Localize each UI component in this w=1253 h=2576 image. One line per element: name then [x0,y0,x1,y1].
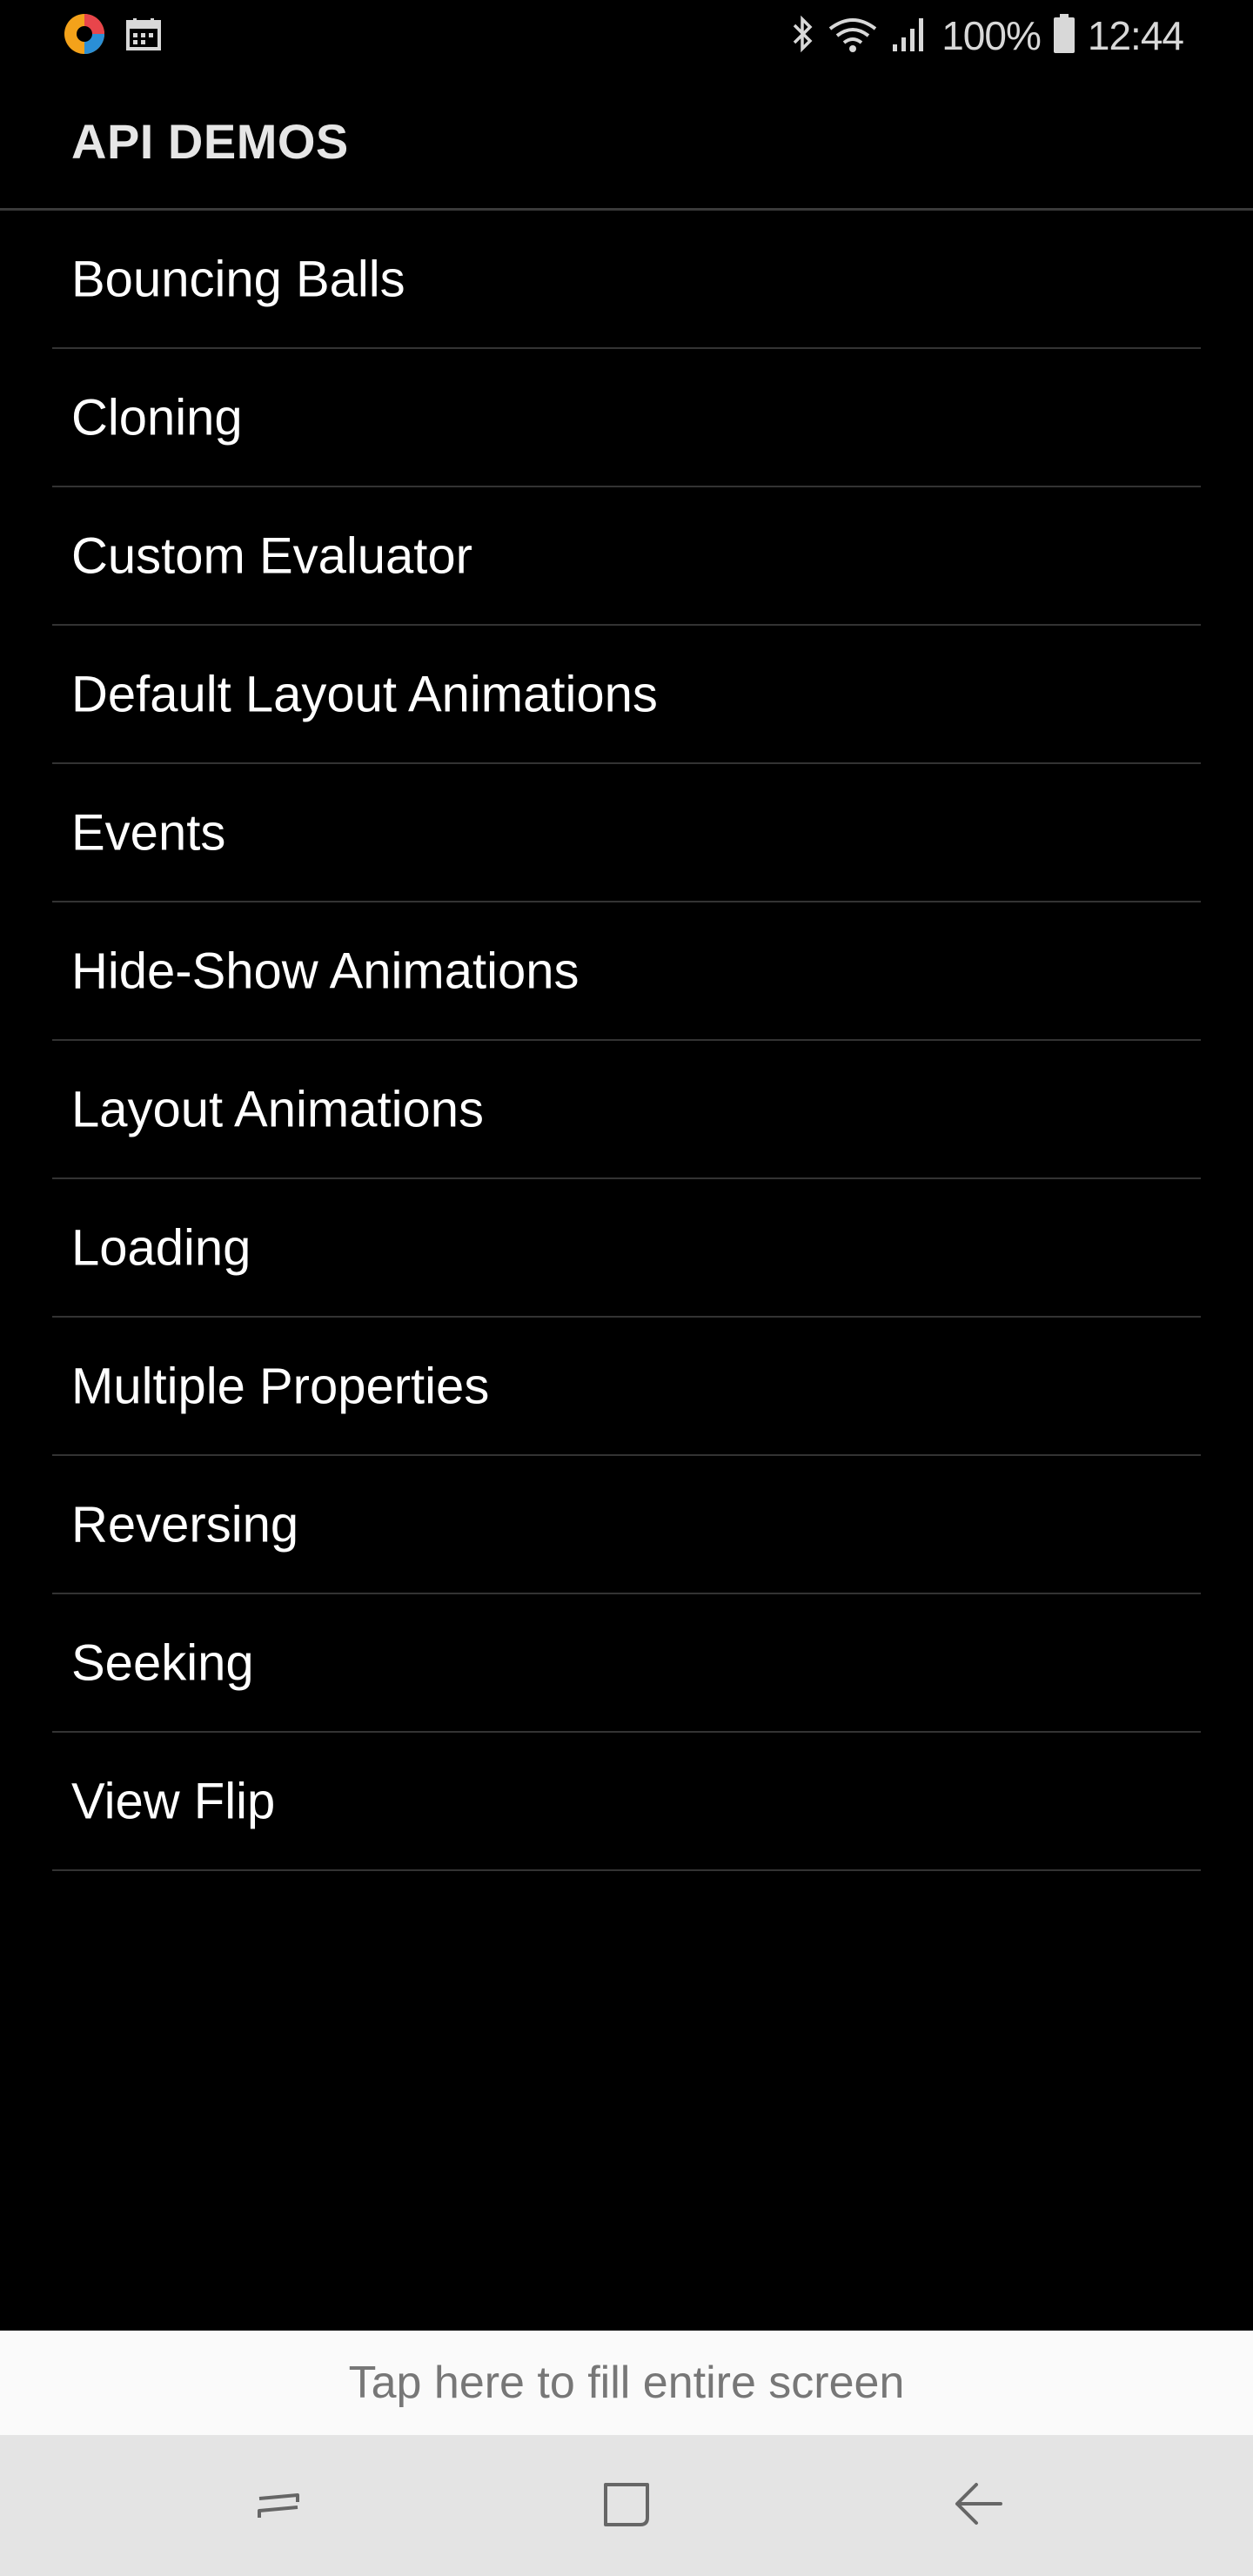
list-item-label: Custom Evaluator [71,527,472,584]
recent-apps-icon [251,2476,306,2536]
list-item[interactable]: Events [52,764,1201,902]
home-button[interactable] [592,2471,661,2540]
status-right: 100% 12:44 [792,9,1184,63]
list-item[interactable]: Multiple Properties [52,1318,1201,1456]
list-item-label: Layout Animations [71,1081,484,1137]
list-item[interactable]: View Flip [52,1733,1201,1871]
list-item[interactable]: Loading [52,1179,1201,1318]
home-icon [599,2476,654,2536]
status-bar: 100% 12:44 [0,0,1253,71]
bluetooth-icon [792,15,814,57]
back-button[interactable] [943,2471,1013,2540]
list-item-label: Multiple Properties [71,1358,490,1414]
list-item[interactable]: Cloning [52,349,1201,487]
page-title: API DEMOS [71,114,349,169]
app-bar: API DEMOS [0,71,1253,211]
navigation-bar [0,2435,1253,2576]
battery-icon [1053,13,1075,58]
list-item[interactable]: Custom Evaluator [52,487,1201,626]
status-left [63,12,162,60]
list-item[interactable]: Default Layout Animations [52,626,1201,764]
wifi-icon [827,15,879,57]
demo-list: Bouncing Balls Cloning Custom Evaluator … [0,211,1253,1871]
list-item-label: Default Layout Animations [71,666,658,722]
clock: 12:44 [1087,13,1184,58]
list-item-label: Loading [71,1219,251,1276]
app-logo-icon [63,12,106,60]
list-item-label: Bouncing Balls [71,251,405,307]
list-item-label: Hide-Show Animations [71,943,580,999]
list-item-label: Seeking [71,1634,254,1691]
calendar-icon [125,17,162,56]
recent-apps-button[interactable] [244,2471,313,2540]
list-item[interactable]: Reversing [52,1456,1201,1594]
list-item[interactable]: Bouncing Balls [52,211,1201,349]
list-item[interactable]: Seeking [52,1594,1201,1733]
signal-icon [891,15,929,57]
battery-percent: 100% [941,13,1042,58]
back-icon [950,2476,1006,2536]
list-item-label: Reversing [71,1496,299,1553]
list-item-label: Cloning [71,389,243,446]
list-item[interactable]: Hide-Show Animations [52,902,1201,1041]
list-item[interactable]: Layout Animations [52,1041,1201,1179]
fill-screen-label: Tap here to fill entire screen [348,2358,905,2408]
list-item-label: Events [71,804,226,861]
fill-screen-button[interactable]: Tap here to fill entire screen [0,2331,1253,2435]
list-item-label: View Flip [71,1773,276,1829]
